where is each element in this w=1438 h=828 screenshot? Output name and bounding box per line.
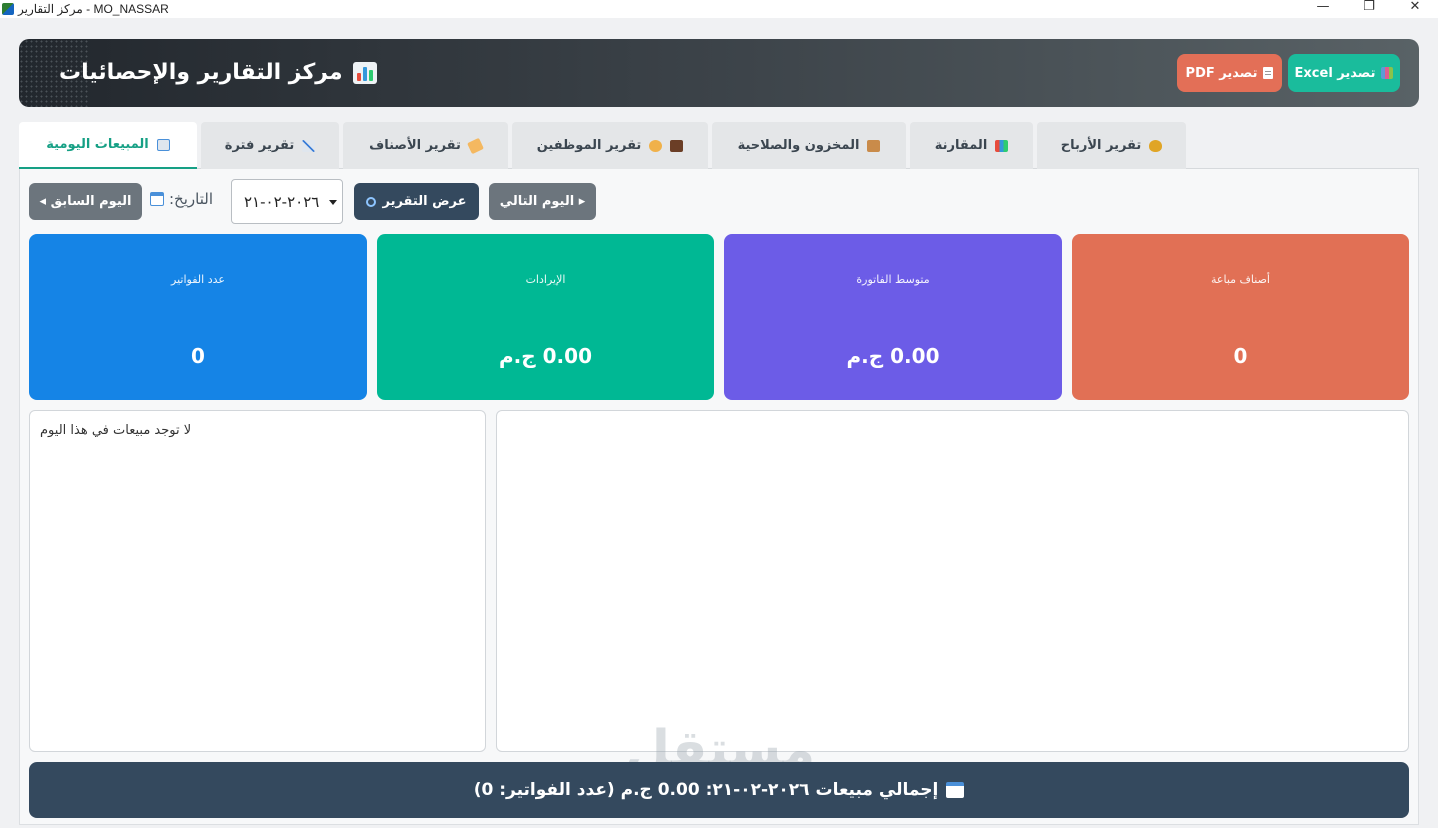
date-label-text: التاريخ: (169, 190, 213, 208)
export-excel-button[interactable]: تصدير Excel (1288, 54, 1400, 92)
date-picker[interactable]: ٢٠٢٦-٠٢-٢١ (231, 179, 343, 224)
calendar-icon (150, 192, 164, 206)
tab-profit-report[interactable]: تقرير الأرباح (1037, 122, 1186, 169)
tab-label: تقرير الموظفين (536, 138, 642, 153)
show-report-button[interactable]: عرض التقرير (354, 183, 479, 220)
tab-label: المقارنة (934, 138, 988, 153)
chevron-down-icon[interactable] (329, 200, 337, 205)
page-title-text: مركز التقارير والإحصائيات (59, 60, 343, 85)
bar-chart-icon (352, 62, 377, 84)
tab-items-report[interactable]: تقرير الأصناف (343, 122, 508, 169)
date-label: التاريخ: (150, 190, 213, 208)
export-excel-label: تصدير Excel (1294, 65, 1376, 81)
calendar-icon (156, 138, 170, 151)
summary-text: إجمالي مبيعات ٢٠٢٦-٠٢-٢١: 0.00 ج.م (عدد … (473, 780, 939, 800)
export-pdf-label: تصدير PDF (1185, 65, 1258, 81)
stat-value: 0.00 ج.م (846, 344, 940, 368)
tab-label: تقرير فترة (224, 138, 295, 153)
tab-label: المخزون والصلاحية (737, 138, 860, 153)
tab-period-report[interactable]: تقرير فترة (201, 122, 339, 169)
bar-chart-icon (995, 139, 1009, 152)
stat-value: 0 (191, 344, 205, 368)
tab-label: المبيعات اليومية (46, 137, 149, 152)
person-icon (649, 139, 663, 152)
tab-label: تقرير الأرباح (1060, 138, 1142, 153)
calendar-icon (946, 782, 965, 798)
tab-daily-sales[interactable]: المبيعات اليومية (19, 122, 197, 169)
app-icon (2, 3, 14, 15)
stat-label: عدد الفواتير (171, 273, 225, 286)
window-titlebar: مركز التقارير - MO_NASSAR — ❐ ✕ (0, 0, 1438, 18)
empty-message: لا توجد مبيعات في هذا اليوم (40, 423, 192, 438)
briefcase-icon (670, 139, 684, 152)
export-pdf-button[interactable]: تصدير PDF (1177, 54, 1282, 92)
search-icon (366, 196, 377, 207)
stat-card-average-invoice: متوسط الفاتورة 0.00 ج.م (724, 234, 1062, 400)
stat-value: 0 (1233, 344, 1248, 368)
report-tabs: المبيعات اليومية تقرير فترة تقرير الأصنا… (19, 122, 1419, 169)
stat-label: متوسط الفاتورة (856, 273, 930, 286)
stat-card-items-sold: أصناف مباعة 0 (1072, 234, 1409, 400)
previous-day-button[interactable]: اليوم السابق ◂ (29, 183, 142, 220)
next-day-button[interactable]: ▸ اليوم التالي (489, 183, 596, 220)
spreadsheet-icon (1381, 67, 1394, 79)
date-value: ٢٠٢٦-٠٢-٢١ (244, 192, 320, 211)
tab-label: تقرير الأصناف (369, 138, 461, 153)
maximize-icon[interactable]: ❐ (1346, 0, 1392, 18)
document-icon (1263, 67, 1274, 79)
tab-employees-report[interactable]: تقرير الموظفين (512, 122, 708, 169)
trend-chart-icon (302, 139, 316, 152)
minimize-icon[interactable]: — (1300, 0, 1346, 18)
sales-chart-area (496, 410, 1409, 752)
stat-value: 0.00 ج.م (499, 344, 592, 368)
money-bag-icon (1149, 139, 1163, 152)
tab-comparison[interactable]: المقارنة (910, 122, 1033, 169)
page-title: مركز التقارير والإحصائيات (59, 39, 377, 107)
stat-card-invoices-count: عدد الفواتير 0 (29, 234, 367, 400)
stat-label: أصناف مباعة (1211, 273, 1270, 286)
tab-inventory-expiry[interactable]: المخزون والصلاحية (712, 122, 906, 169)
show-report-label: عرض التقرير (382, 194, 467, 209)
summary-footer: إجمالي مبيعات ٢٠٢٦-٠٢-٢١: 0.00 ج.م (عدد … (29, 762, 1409, 818)
stat-label: الإيرادات (525, 273, 566, 286)
stat-card-revenue: الإيرادات 0.00 ج.م (377, 234, 714, 400)
window-title: مركز التقارير - MO_NASSAR (18, 2, 169, 16)
package-icon (867, 139, 881, 152)
close-icon[interactable]: ✕ (1392, 0, 1438, 18)
sales-list[interactable]: لا توجد مبيعات في هذا اليوم (29, 410, 486, 752)
tag-icon (466, 137, 484, 154)
